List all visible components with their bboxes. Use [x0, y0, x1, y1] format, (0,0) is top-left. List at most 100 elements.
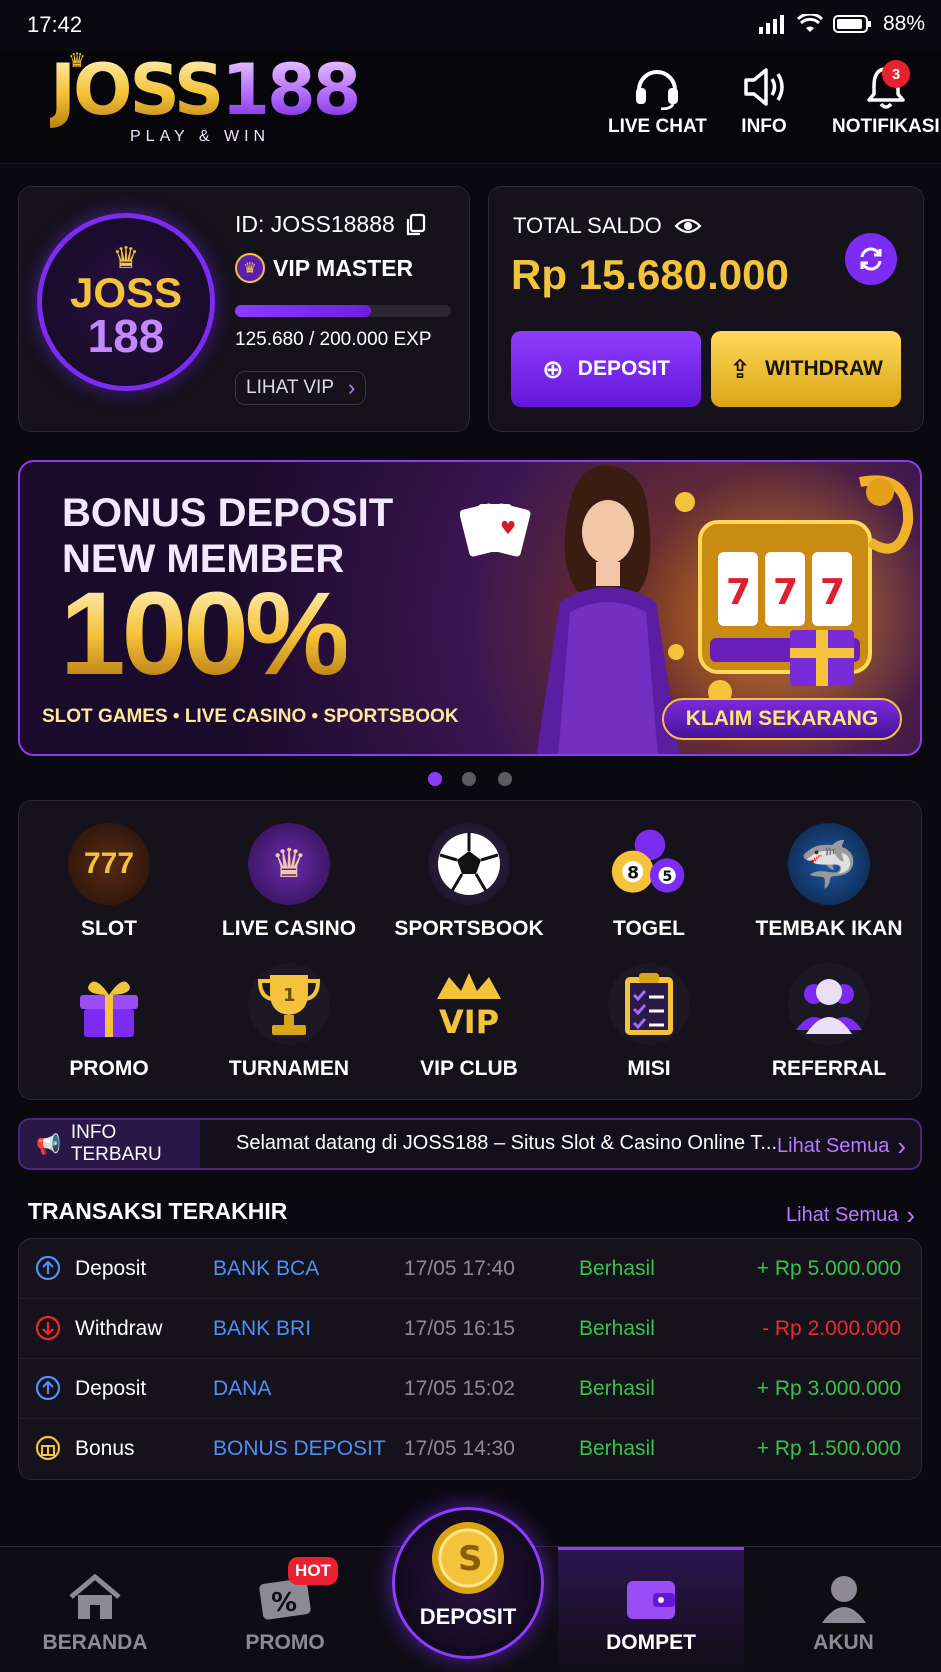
category-misi[interactable]: MISI: [559, 963, 739, 1081]
speaker-icon: [744, 68, 784, 106]
carousel-dot-3[interactable]: [498, 772, 512, 786]
news-view-all-link[interactable]: Lihat Semua ›: [777, 1131, 906, 1162]
trx-time: 17/05 15:02: [404, 1377, 515, 1400]
carousel-dot-1[interactable]: [428, 772, 442, 786]
chevron-right-icon: ›: [897, 1131, 906, 1161]
nav-deposit[interactable]: S DEPOSIT: [392, 1507, 544, 1659]
vip-level-row: ♛ VIP MASTER: [235, 253, 413, 283]
category-referral[interactable]: REFERRAL: [739, 963, 919, 1081]
category-turnamen[interactable]: 1 TURNAMEN: [199, 963, 379, 1081]
profile-card: ♛ JOSS 188 ID: JOSS18888 ♛ VIP MASTER 12…: [18, 186, 470, 432]
category-promo[interactable]: PROMO: [19, 963, 199, 1081]
transactions-view-all-link[interactable]: Lihat Semua ›: [786, 1200, 915, 1231]
logo-wordmark: JOSS188: [50, 49, 361, 131]
trx-amount: - Rp 2.000.000: [762, 1317, 901, 1340]
refresh-icon: [860, 247, 882, 271]
nav-label: DEPOSIT: [419, 1604, 517, 1629]
logo-tagline: PLAY & WIN: [130, 128, 271, 145]
svg-text:VIP: VIP: [439, 1003, 499, 1039]
wifi-icon: [796, 14, 823, 32]
deposit-icon: [35, 1375, 61, 1407]
news-label: 📢 INFO TERBARU: [20, 1120, 200, 1168]
trx-method: BANK BRI: [213, 1317, 312, 1340]
vip-crown-icon: VIP: [428, 963, 510, 1045]
news-ticker[interactable]: 📢 INFO TERBARU Selamat datang di JOSS188…: [18, 1118, 922, 1170]
notification-count-badge: 3: [882, 60, 910, 88]
crown-icon: ♛: [68, 50, 86, 72]
banner-percent: 100%: [60, 568, 350, 700]
balance-label-row: TOTAL SALDO: [513, 213, 702, 239]
megaphone-icon: 📢: [36, 1133, 61, 1156]
deposit-icon: ⊕: [542, 353, 564, 384]
category-label: REFERRAL: [771, 1057, 887, 1080]
transactions-title: TRANSAKSI TERAKHIR: [28, 1198, 288, 1224]
category-label: VIP CLUB: [420, 1057, 518, 1080]
svg-text:♥: ♥: [500, 518, 516, 539]
table-row[interactable]: Withdraw BANK BRI 17/05 16:15 Berhasil -…: [19, 1299, 923, 1359]
user-icon: [821, 1576, 866, 1623]
table-row[interactable]: Deposit BANK BCA 17/05 17:40 Berhasil + …: [19, 1239, 923, 1299]
deposit-button[interactable]: ⊕ DEPOSIT: [511, 331, 701, 407]
exp-progress-bar: [235, 305, 451, 317]
nav-promo[interactable]: % PROMO: [190, 1547, 380, 1672]
claim-now-button[interactable]: KLAIM SEKARANG: [662, 698, 902, 740]
withdraw-icon: [35, 1315, 61, 1347]
trx-status: Berhasil: [579, 1437, 655, 1460]
table-row[interactable]: Bonus BONUS DEPOSIT 17/05 14:30 Berhasil…: [19, 1419, 923, 1479]
info-button[interactable]: INFO: [740, 64, 788, 138]
table-row[interactable]: Deposit DANA 17/05 15:02 Berhasil + Rp 3…: [19, 1359, 923, 1419]
exp-text: 125.680 / 200.000 EXP: [235, 329, 432, 350]
category-live-casino[interactable]: ♛ LIVE CASINO: [199, 823, 379, 941]
promo-banner[interactable]: BONUS DEPOSIT NEW MEMBER 100% SLOT GAMES…: [18, 460, 922, 756]
category-label: LIVE CASINO: [221, 917, 357, 940]
category-label: TEMBAK IKAN: [755, 917, 903, 940]
trx-amount: + Rp 1.500.000: [756, 1437, 901, 1460]
svg-text:7: 7: [726, 572, 751, 613]
gift-box-icon: [790, 630, 854, 686]
news-label-text: INFO TERBARU: [70, 1122, 162, 1165]
status-icons: 88%: [758, 12, 925, 36]
deposit-icon: [35, 1255, 61, 1287]
bonus-icon: [35, 1435, 61, 1467]
gift-icon: [68, 963, 150, 1045]
banner-subtitle: SLOT GAMES • LIVE CASINO • SPORTSBOOK: [42, 706, 459, 727]
game-category-grid: 777 SLOT ♛ LIVE CASINO SPORTSBOOK 85 TOG…: [18, 800, 922, 1100]
battery-icon: [832, 15, 871, 33]
live-chat-label: LIVE CHAT: [608, 116, 707, 137]
category-slot[interactable]: 777 SLOT: [19, 823, 199, 941]
fish-shooter-icon: 🦈: [788, 823, 870, 905]
carousel-dot-2[interactable]: [462, 772, 476, 786]
eye-icon[interactable]: [674, 217, 702, 235]
view-vip-button[interactable]: LIHAT VIP ›: [235, 371, 367, 405]
trx-amount: + Rp 3.000.000: [756, 1377, 901, 1400]
svg-text:S: S: [458, 1539, 483, 1579]
trx-status: Berhasil: [579, 1317, 655, 1340]
nav-label: AKUN: [813, 1631, 874, 1654]
info-label: INFO: [741, 116, 787, 137]
category-togel[interactable]: 85 TOGEL: [559, 823, 739, 941]
category-label: TOGEL: [613, 917, 685, 940]
nav-dompet[interactable]: DOMPET: [558, 1547, 744, 1672]
category-sportsbook[interactable]: SPORTSBOOK: [379, 823, 559, 941]
nav-akun[interactable]: AKUN: [746, 1547, 941, 1672]
svg-text:5: 5: [662, 869, 672, 885]
category-label: PROMO: [69, 1057, 149, 1080]
app-logo[interactable]: ♛ JOSS188 PLAY & WIN: [50, 49, 370, 150]
hot-badge: HOT: [288, 1557, 338, 1585]
copy-icon[interactable]: [405, 213, 427, 237]
category-tembak-ikan[interactable]: 🦈 TEMBAK IKAN: [739, 823, 919, 941]
avatar[interactable]: ♛ JOSS 188: [37, 213, 215, 391]
trx-time: 17/05 16:15: [404, 1317, 515, 1340]
withdraw-button[interactable]: ⇪ WITHDRAW: [711, 331, 901, 407]
withdraw-icon: ⇪: [729, 353, 751, 384]
news-view-all-label: Lihat Semua: [777, 1135, 890, 1157]
view-vip-label: LIHAT VIP: [246, 377, 334, 398]
category-label: SPORTSBOOK: [394, 917, 544, 940]
nav-beranda[interactable]: BERANDA: [0, 1547, 190, 1672]
user-id-row: ID: JOSS18888: [235, 211, 427, 238]
status-time: 17:42: [27, 12, 83, 37]
category-vip-club[interactable]: VIP VIP CLUB: [379, 963, 559, 1081]
home-icon: [69, 1573, 121, 1619]
refresh-button[interactable]: [845, 233, 897, 285]
live-chat-button[interactable]: LIVE CHAT: [608, 64, 707, 138]
